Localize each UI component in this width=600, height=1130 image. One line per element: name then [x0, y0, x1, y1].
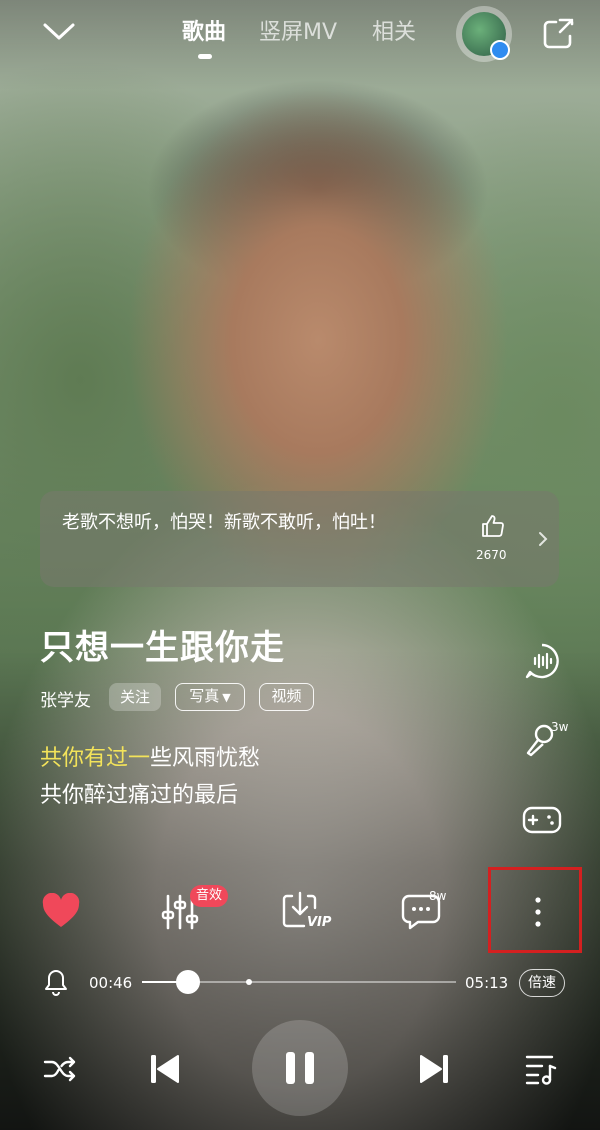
- chevron-right-icon[interactable]: [537, 530, 549, 548]
- karaoke-count: 3w: [551, 720, 569, 734]
- tab-vertical-mv[interactable]: 竖屏MV: [259, 14, 337, 46]
- shuffle-icon[interactable]: [43, 1054, 77, 1084]
- pause-button[interactable]: [252, 1020, 348, 1116]
- progress-marker: [246, 979, 252, 985]
- caret-down-icon: ▼: [222, 691, 231, 704]
- hot-comment-card[interactable]: 老歌不想听，怕哭！新歌不敢听，怕吐！ 2670: [40, 491, 559, 587]
- photos-label: 写真: [189, 687, 220, 705]
- lyric-rest-part: 些风雨忧愁: [150, 746, 261, 771]
- chevron-down-icon[interactable]: [42, 18, 76, 44]
- listening-avatar[interactable]: [456, 6, 512, 62]
- comment-count: 8w: [429, 889, 447, 903]
- heart-icon[interactable]: [41, 893, 81, 929]
- gamepad-icon[interactable]: [522, 804, 562, 836]
- playlist-icon[interactable]: [524, 1052, 558, 1086]
- lyric-next[interactable]: 共你醉过痛过的最后: [40, 777, 238, 809]
- total-time: 05:13: [465, 974, 509, 992]
- previous-icon[interactable]: [148, 1052, 182, 1086]
- follow-button[interactable]: 关注: [109, 683, 161, 711]
- tab-active-indicator: [198, 54, 212, 59]
- video-button[interactable]: 视频: [259, 683, 314, 711]
- annotation-highlight-box: [488, 867, 582, 953]
- effects-badge: 音效: [190, 885, 229, 907]
- tab-related[interactable]: 相关: [372, 14, 416, 46]
- bell-icon[interactable]: [44, 968, 68, 996]
- thumbs-up-icon[interactable]: [480, 513, 506, 539]
- sound-wave-badge-icon: [490, 40, 510, 60]
- comment-like-count: 2670: [476, 548, 507, 562]
- artist-name[interactable]: 张学友: [40, 686, 91, 711]
- next-icon[interactable]: [417, 1052, 451, 1086]
- photos-button[interactable]: 写真 ▼: [175, 683, 245, 711]
- tab-songs[interactable]: 歌曲: [182, 14, 226, 46]
- player-screen: 歌曲 竖屏MV 相关 老歌不想听，怕哭！新歌不敢听，怕吐！ 2670 只想一生跟…: [0, 0, 600, 1130]
- share-icon[interactable]: [540, 16, 576, 52]
- lyric-current[interactable]: 共你有过一些风雨忧愁: [40, 740, 260, 772]
- voice-wave-icon[interactable]: [523, 642, 561, 680]
- pause-icon: [284, 1051, 316, 1085]
- progress-handle[interactable]: [176, 970, 201, 994]
- song-title: 只想一生跟你走: [40, 628, 285, 668]
- elapsed-time: 00:46: [89, 974, 133, 992]
- speed-button[interactable]: 倍速: [519, 969, 565, 997]
- lyric-sung-part: 共你有过一: [40, 746, 151, 771]
- comment-text: 老歌不想听，怕哭！新歌不敢听，怕吐！: [62, 512, 386, 533]
- vip-label: VIP: [307, 915, 332, 930]
